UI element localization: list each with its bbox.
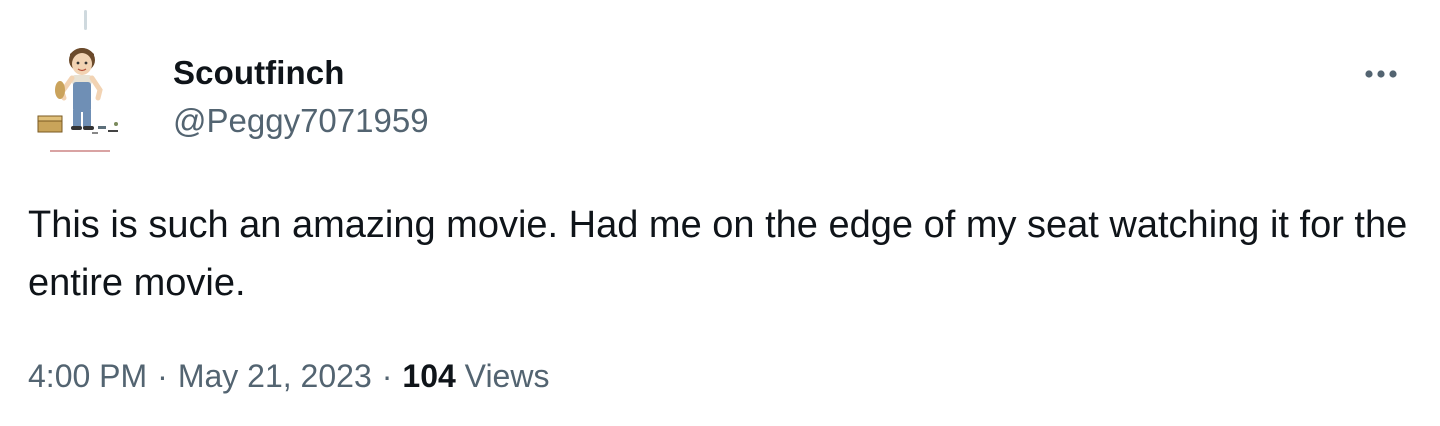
thread-connector-line xyxy=(84,10,87,30)
more-horizontal-icon xyxy=(1365,70,1397,78)
tweet-time: 4:00 PM xyxy=(28,358,148,394)
avatar-illustration xyxy=(37,48,118,152)
views-count: 104 xyxy=(402,358,456,394)
author-display-name[interactable]: Scoutfinch xyxy=(173,52,345,94)
metadata-separator: · xyxy=(381,358,393,394)
author-handle[interactable]: @Peggy7071959 xyxy=(173,100,429,142)
avatar[interactable] xyxy=(32,40,128,164)
metadata-separator: · xyxy=(157,358,168,394)
more-options-button[interactable] xyxy=(1356,52,1406,96)
views-label: Views xyxy=(464,358,550,394)
tweet-timestamp[interactable]: 4:00 PM · May 21, 2023 xyxy=(28,358,372,394)
views-stat[interactable]: 104 Views xyxy=(402,358,549,394)
tweet-text: This is such an amazing movie. Had me on… xyxy=(28,204,1408,304)
tweet-date: May 21, 2023 xyxy=(177,358,372,394)
tweet-metadata: 4:00 PM · May 21, 2023 · 104 Views xyxy=(28,354,549,398)
